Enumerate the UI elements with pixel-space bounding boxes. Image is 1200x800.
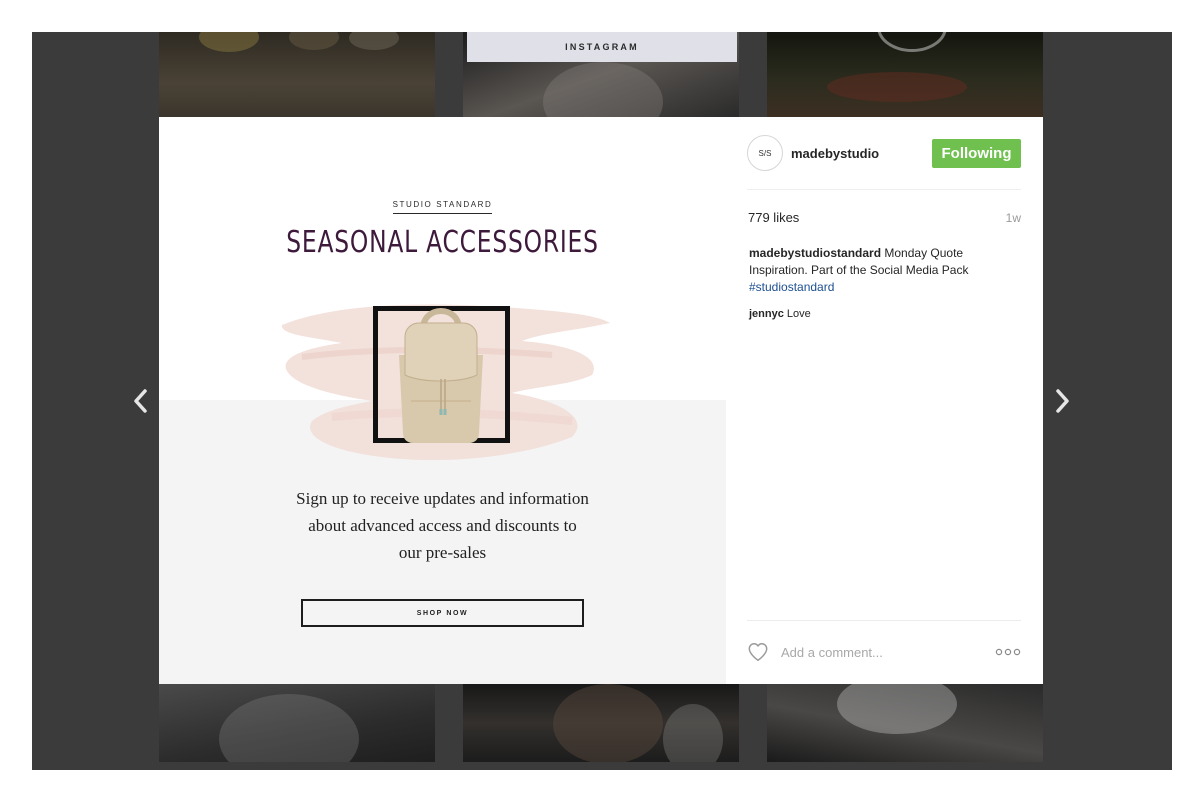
post-details-panel: S/S madebystudio Following 779 likes 1w … (726, 117, 1043, 684)
post-modal: STUDIO STANDARD SEASONAL ACCESSORIES Sig… (159, 117, 1043, 684)
grid-tile[interactable] (159, 684, 435, 762)
grid-tile[interactable] (767, 32, 1043, 118)
caption-username[interactable]: madebystudiostandard (749, 246, 881, 260)
divider (747, 620, 1021, 621)
avatar-monogram: S/S (758, 148, 772, 158)
comment-text: Love (786, 308, 811, 320)
previous-post-button[interactable] (130, 388, 152, 414)
pitch-line: about advanced access and discounts to (308, 516, 577, 535)
instagram-label-strip: INSTAGRAM (467, 32, 737, 62)
post-header: S/S madebystudio Following (747, 134, 1021, 190)
pitch-line: Sign up to receive updates and informati… (296, 489, 589, 508)
comment-item: jennyc Love (749, 308, 811, 320)
avatar[interactable]: S/S (747, 135, 783, 171)
likes-count[interactable]: 779 likes (748, 210, 799, 225)
instagram-label: INSTAGRAM (565, 42, 639, 52)
grid-tile[interactable] (767, 684, 1043, 762)
heart-icon[interactable] (747, 641, 769, 663)
pitch-text: Sign up to receive updates and informati… (159, 485, 726, 566)
chevron-right-icon (1056, 389, 1069, 413)
hashtag-link[interactable]: #studiostandard (749, 280, 834, 294)
grid-tile[interactable] (159, 32, 435, 118)
following-button[interactable]: Following (932, 139, 1021, 168)
chevron-left-icon (134, 389, 147, 413)
more-dots-icon[interactable] (995, 646, 1021, 658)
shop-now-button[interactable]: SHOP NOW (301, 599, 584, 627)
shop-now-label: SHOP NOW (416, 609, 469, 617)
post-age: 1w (1005, 211, 1021, 225)
backpack-image (399, 308, 483, 443)
add-comment-input[interactable] (781, 641, 981, 663)
grid-tile[interactable] (463, 684, 739, 762)
headline: SEASONAL ACCESSORIES (286, 225, 599, 260)
brand-label: STUDIO STANDARD (392, 200, 493, 214)
pitch-line: our pre-sales (398, 543, 487, 562)
post-image: STUDIO STANDARD SEASONAL ACCESSORIES Sig… (159, 117, 726, 684)
comment-username[interactable]: jennyc (749, 308, 784, 320)
username-link[interactable]: madebystudio (791, 146, 879, 161)
post-caption: madebystudiostandard Monday Quote Inspir… (749, 245, 1009, 296)
next-post-button[interactable] (1051, 388, 1073, 414)
